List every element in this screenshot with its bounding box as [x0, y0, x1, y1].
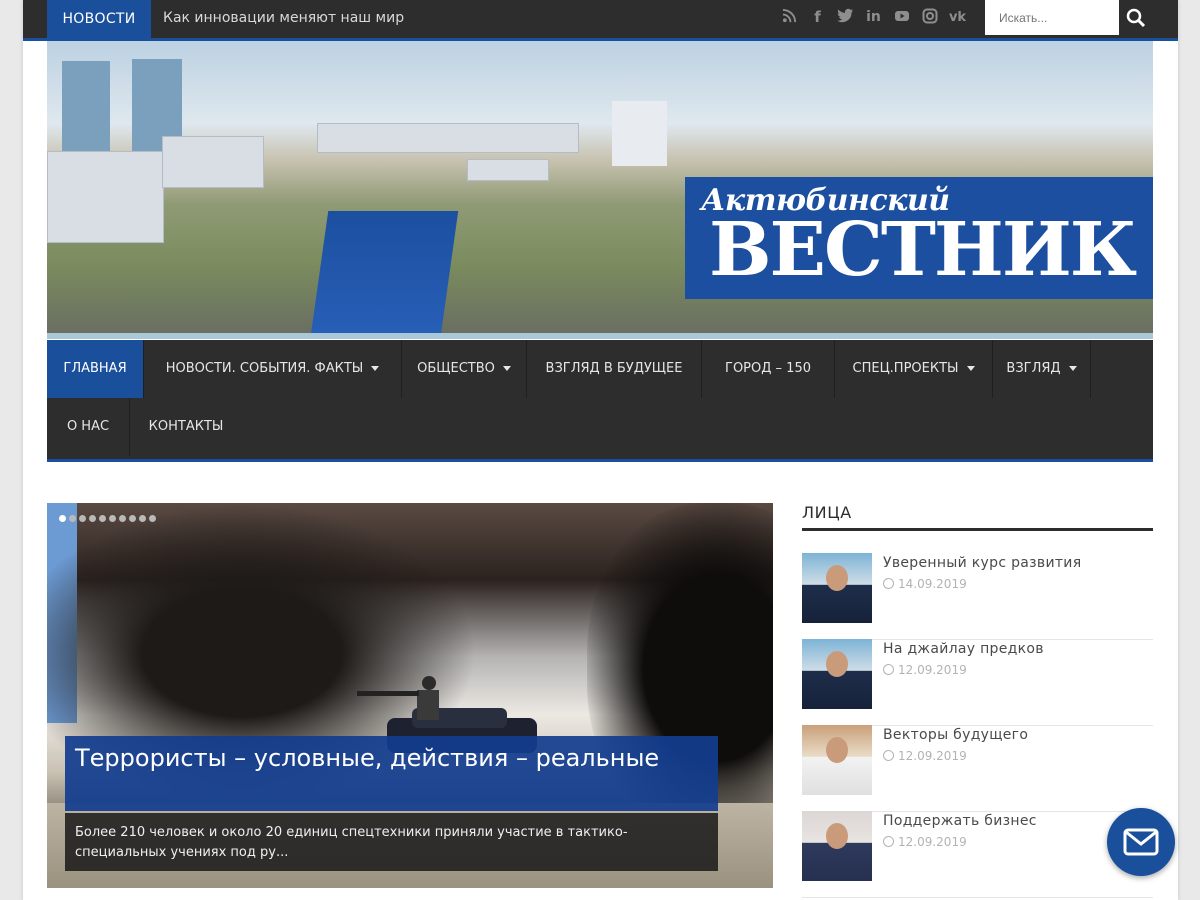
post-headline[interactable]: Поддержать бизнес	[883, 813, 1037, 829]
vk-icon[interactable]: vk	[948, 8, 967, 27]
sidebar-post[interactable]: Уверенный курс развития 14.09.2019	[802, 553, 1153, 640]
youtube-icon[interactable]	[892, 8, 911, 27]
twitter-icon[interactable]	[836, 8, 855, 27]
header-photo-building	[162, 136, 264, 188]
nav-item-label: ВЗГЛЯД	[1006, 361, 1061, 376]
search-input[interactable]	[985, 0, 1119, 35]
chevron-down-icon	[502, 366, 511, 371]
rss-icon[interactable]	[780, 8, 799, 27]
header-banner: Актюбинский ВЕСТНИК	[47, 41, 1153, 338]
slider-dot[interactable]	[109, 515, 116, 522]
nav-item-label: КОНТАКТЫ	[148, 419, 224, 434]
site-logo[interactable]: Актюбинский ВЕСТНИК	[685, 177, 1153, 299]
header-photo-mosque	[612, 101, 667, 166]
post-thumbnail[interactable]	[802, 725, 872, 795]
logo-main-text: ВЕСТНИК	[709, 207, 1137, 293]
search-button[interactable]	[1119, 0, 1153, 35]
clock-icon	[883, 664, 894, 675]
chevron-down-icon	[966, 366, 975, 371]
post-thumbnail[interactable]	[802, 553, 872, 623]
search-icon	[1126, 8, 1146, 27]
instagram-icon[interactable]	[920, 8, 939, 27]
slide-excerpt: Более 210 человек и около 20 единиц спец…	[65, 813, 718, 871]
slider-dot[interactable]	[139, 515, 146, 522]
slider-dot[interactable]	[89, 515, 96, 522]
slider-dot[interactable]	[99, 515, 106, 522]
post-thumbnail[interactable]	[802, 811, 872, 881]
slider-dot[interactable]	[69, 515, 76, 522]
sidebar-post[interactable]: На джайлау предков 12.09.2019	[802, 639, 1153, 726]
main-navigation: ГЛАВНАЯ НОВОСТИ. СОБЫТИЯ. ФАКТЫ ОБЩЕСТВО…	[47, 340, 1153, 462]
nav-item-label: ГОРОД – 150	[725, 361, 811, 376]
clock-icon	[883, 578, 894, 589]
post-thumbnail[interactable]	[802, 639, 872, 709]
social-links: f in vk	[780, 8, 967, 27]
slide-title[interactable]: Террористы – условные, действия – реальн…	[65, 736, 718, 811]
featured-slider[interactable]: Террористы – условные, действия – реальн…	[47, 503, 773, 888]
chevron-down-icon	[371, 366, 380, 371]
slider-dot[interactable]	[119, 515, 126, 522]
slider-dot[interactable]	[79, 515, 86, 522]
news-ticker-label: НОВОСТИ	[47, 0, 151, 38]
header-photo-building	[317, 123, 579, 153]
post-headline[interactable]: На джайлау предков	[883, 641, 1044, 657]
facebook-icon[interactable]: f	[808, 8, 827, 27]
nav-item-contacts[interactable]: КОНТАКТЫ	[130, 398, 242, 456]
slider-dot[interactable]	[59, 515, 66, 522]
post-date-text: 14.09.2019	[898, 577, 967, 591]
nav-item-special-projects[interactable]: СПЕЦ.ПРОЕКТЫ	[835, 340, 993, 398]
nav-item-label: ВЗГЛЯД В БУДУЩЕЕ	[545, 361, 683, 376]
clock-icon	[883, 750, 894, 761]
chevron-down-icon	[1068, 366, 1077, 371]
post-headline[interactable]: Векторы будущего	[883, 727, 1028, 743]
post-date: 12.09.2019	[883, 749, 967, 763]
sidebar-title: ЛИЦА	[802, 503, 1153, 531]
post-date: 14.09.2019	[883, 577, 967, 591]
sidebar-post[interactable]: Поддержать бизнес 12.09.2019	[802, 811, 1153, 898]
nav-item-society[interactable]: ОБЩЕСТВО	[402, 340, 527, 398]
slider-pagination	[59, 515, 156, 522]
header-divider	[47, 333, 1153, 339]
nav-item-label: ГЛАВНАЯ	[63, 361, 127, 376]
header-photo-building	[47, 151, 164, 243]
clock-icon	[883, 836, 894, 847]
post-date-text: 12.09.2019	[898, 835, 967, 849]
post-date: 12.09.2019	[883, 835, 967, 849]
nav-item-label: ОБЩЕСТВО	[417, 361, 495, 376]
linkedin-icon[interactable]: in	[864, 8, 883, 27]
header-photo-building	[467, 159, 549, 181]
nav-item-label: О НАС	[66, 419, 110, 434]
nav-item-home[interactable]: ГЛАВНАЯ	[47, 340, 144, 398]
slider-dot[interactable]	[129, 515, 136, 522]
top-bar: НОВОСТИ Как инновации меняют наш мир f i…	[23, 0, 1178, 41]
nav-item-city-150[interactable]: ГОРОД – 150	[702, 340, 835, 398]
news-ticker-link[interactable]: Как инновации меняют наш мир	[163, 0, 404, 38]
nav-item-view[interactable]: ВЗГЛЯД	[993, 340, 1091, 398]
nav-item-future[interactable]: ВЗГЛЯД В БУДУЩЕЕ	[527, 340, 702, 398]
slider-dot[interactable]	[149, 515, 156, 522]
envelope-icon	[1123, 828, 1159, 856]
post-date: 12.09.2019	[883, 663, 967, 677]
nav-item-label: СПЕЦ.ПРОЕКТЫ	[852, 361, 959, 376]
message-button[interactable]	[1107, 808, 1175, 876]
nav-item-about[interactable]: О НАС	[47, 398, 130, 456]
sidebar-post[interactable]: Векторы будущего 12.09.2019	[802, 725, 1153, 812]
header-photo-canal	[305, 211, 459, 338]
nav-item-label: НОВОСТИ. СОБЫТИЯ. ФАКТЫ	[165, 361, 364, 376]
nav-item-news[interactable]: НОВОСТИ. СОБЫТИЯ. ФАКТЫ	[144, 340, 402, 398]
post-date-text: 12.09.2019	[898, 749, 967, 763]
post-date-text: 12.09.2019	[898, 663, 967, 677]
post-headline[interactable]: Уверенный курс развития	[883, 555, 1081, 571]
